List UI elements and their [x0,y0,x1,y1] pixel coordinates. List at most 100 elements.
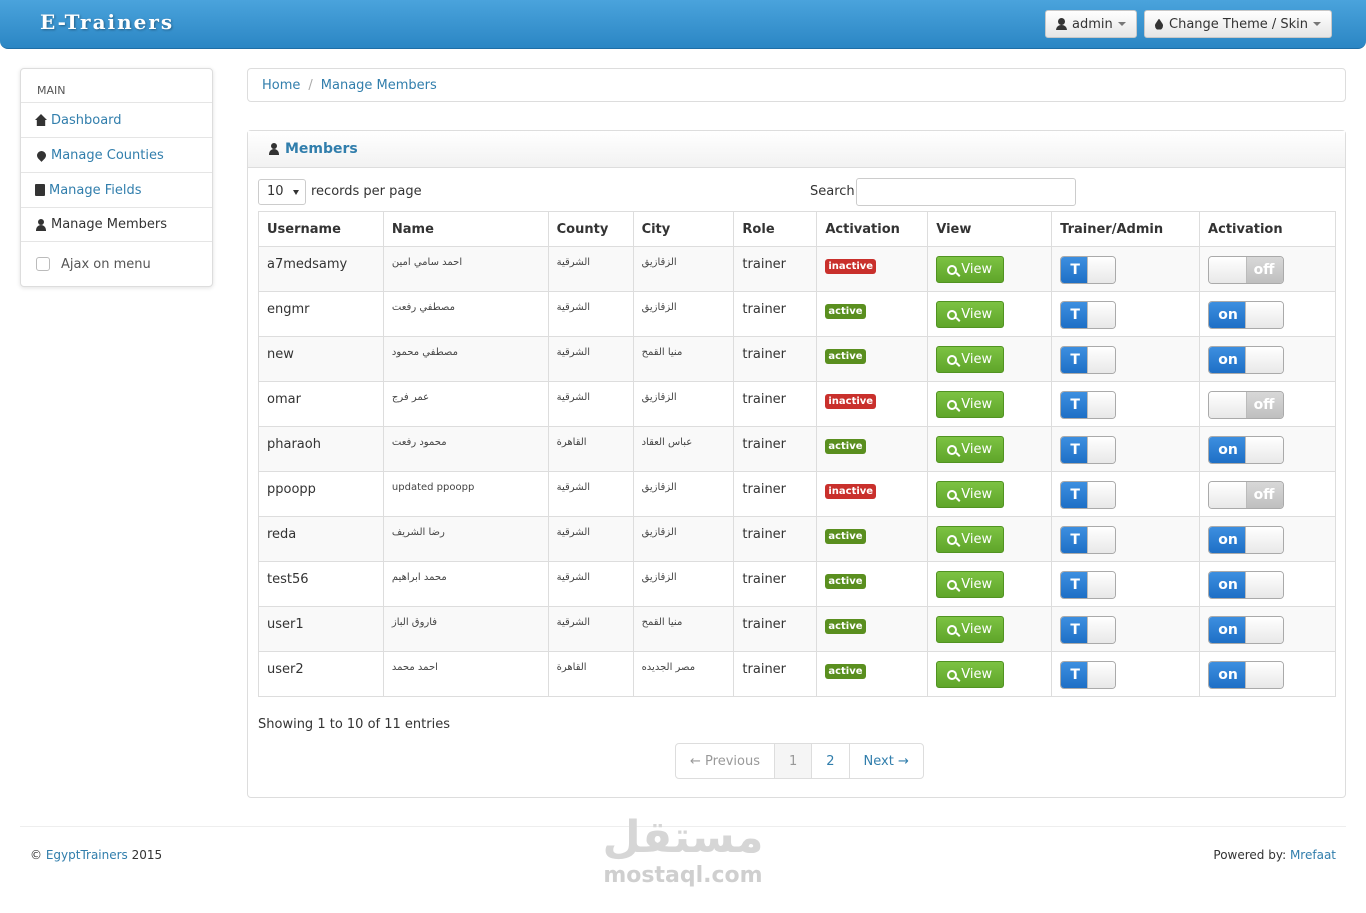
cell-name: احمد سامي امين [382,246,549,292]
cell-username: omar [258,381,384,427]
cell-name: محمد ابراهيم [382,561,549,607]
view-button[interactable]: View [936,616,1005,643]
column-header-role[interactable]: Role [733,211,818,247]
table-row: a7medsamy احمد سامي امين الشرقية الزقازيق tr… [258,246,1336,292]
toggle-knob [1087,527,1116,553]
tint-icon [1155,18,1163,30]
activation-toggle[interactable]: on [1208,436,1285,464]
table-row: pharaoh محمود رفعت القاهرة عباس العقاد train… [258,426,1336,472]
sidebar-item-manage-members[interactable]: Manage Members [21,207,212,242]
trainer-admin-toggle[interactable]: T [1060,346,1117,374]
page-length-select[interactable]: 10 [258,179,306,205]
view-button-label: View [961,352,993,367]
ajax-menu-toggle[interactable]: Ajax on menu [21,242,212,286]
column-header-activation[interactable]: Activation [816,211,929,247]
view-button[interactable]: View [936,481,1005,508]
cell-role: trainer [733,651,818,697]
pagination-previous[interactable]: ← Previous [676,744,774,778]
trainer-admin-toggle[interactable]: T [1060,661,1117,689]
sidebar-item-manage-fields[interactable]: Manage Fields [21,172,212,207]
activation-toggle[interactable]: off [1208,391,1285,419]
trainer-admin-toggle[interactable]: T [1060,481,1117,509]
activation-toggle[interactable]: on [1208,301,1285,329]
cell-county: الشرقية [547,516,634,562]
sidebar-item-label: Manage Counties [51,147,164,163]
activation-toggle-label: on [1209,437,1248,463]
ajax-menu-checkbox[interactable] [36,257,50,271]
toggle-knob [1245,302,1284,328]
pagination-next[interactable]: Next → [848,744,923,778]
breadcrumb-home-link[interactable]: Home [262,78,300,93]
view-button[interactable]: View [936,571,1005,598]
view-button[interactable]: View [936,526,1005,553]
sidebar-item-label: Manage Members [51,217,168,232]
cell-city: عباس العقاد [632,426,735,472]
column-header-name[interactable]: Name [382,211,549,247]
powered-link[interactable]: Mrefaat [1290,848,1336,862]
toggle-knob [1245,527,1284,553]
trainer-admin-toggle[interactable]: T [1060,256,1117,284]
page-length-value: 10 [267,184,284,199]
trainer-admin-toggle[interactable]: T [1060,616,1117,644]
activation-toggle[interactable]: off [1208,481,1285,509]
view-button[interactable]: View [936,256,1005,283]
cell-city: الزقازيق [632,381,735,427]
view-button[interactable]: View [936,301,1005,328]
members-panel: Members 10 records per page Search: User… [247,130,1346,798]
cell-view: View [927,291,1053,337]
activation-toggle[interactable]: on [1208,571,1285,599]
breadcrumb: Home / Manage Members [247,68,1346,102]
view-button[interactable]: View [936,436,1005,463]
view-button[interactable]: View [936,661,1005,688]
activation-toggle[interactable]: on [1208,526,1285,554]
toggle-knob [1209,257,1248,283]
activation-toggle[interactable]: off [1208,256,1285,284]
view-button-label: View [961,487,993,502]
trainer-admin-toggle[interactable]: T [1060,571,1117,599]
trainer-admin-toggle[interactable]: T [1060,526,1117,554]
column-header-city[interactable]: City [632,211,735,247]
breadcrumb-separator: / [308,77,313,93]
breadcrumb-current-link[interactable]: Manage Members [321,78,437,93]
column-header-county[interactable]: County [547,211,634,247]
ajax-menu-label: Ajax on menu [61,256,151,272]
sidebar-item-label: Dashboard [51,112,122,128]
activation-toggle[interactable]: on [1208,616,1285,644]
trainer-toggle-label: T [1061,257,1090,283]
theme-menu-button[interactable]: Change Theme / Skin [1144,10,1333,38]
status-badge: inactive [825,484,877,499]
view-button[interactable]: View [936,346,1005,373]
view-button-label: View [961,622,993,637]
cell-username: test56 [258,561,384,607]
footer-site-link[interactable]: EgyptTrainers [46,848,128,862]
zoom-in-icon [947,354,958,365]
cell-city: الزقازيق [632,516,735,562]
cell-city: الزقازيق [632,561,735,607]
pagination-page-2[interactable]: 2 [811,744,848,778]
search-input[interactable] [856,178,1076,206]
cell-role: trainer [733,381,818,427]
cell-activation-toggle: on [1199,336,1336,382]
activation-toggle[interactable]: on [1208,346,1285,374]
activation-toggle[interactable]: on [1208,661,1285,689]
activation-toggle-label: on [1209,302,1248,328]
column-header-activation-toggle[interactable]: Activation [1199,211,1336,247]
column-header-username[interactable]: Username [258,211,384,247]
trainer-admin-toggle[interactable]: T [1060,391,1117,419]
view-button[interactable]: View [936,391,1005,418]
trainer-admin-toggle[interactable]: T [1060,436,1117,464]
trainer-admin-toggle[interactable]: T [1060,301,1117,329]
column-header-trainer-admin[interactable]: Trainer/Admin [1051,211,1201,247]
pagination-page-1[interactable]: 1 [773,744,812,778]
page-length-label: records per page [311,184,422,199]
user-menu-button[interactable]: admin [1045,10,1137,38]
sidebar-item-dashboard[interactable]: Dashboard [21,102,212,137]
activation-toggle-label: on [1209,527,1248,553]
brand-logo[interactable]: E-Trainers [40,10,174,34]
cell-activation-toggle: off [1199,471,1336,517]
caret-down-icon [1313,22,1322,26]
table-header-row: Username Name County City Role Activatio… [258,211,1336,247]
sidebar-item-manage-counties[interactable]: Manage Counties [21,137,212,172]
column-header-view[interactable]: View [927,211,1053,247]
cell-name: رضا الشريف [382,516,549,562]
